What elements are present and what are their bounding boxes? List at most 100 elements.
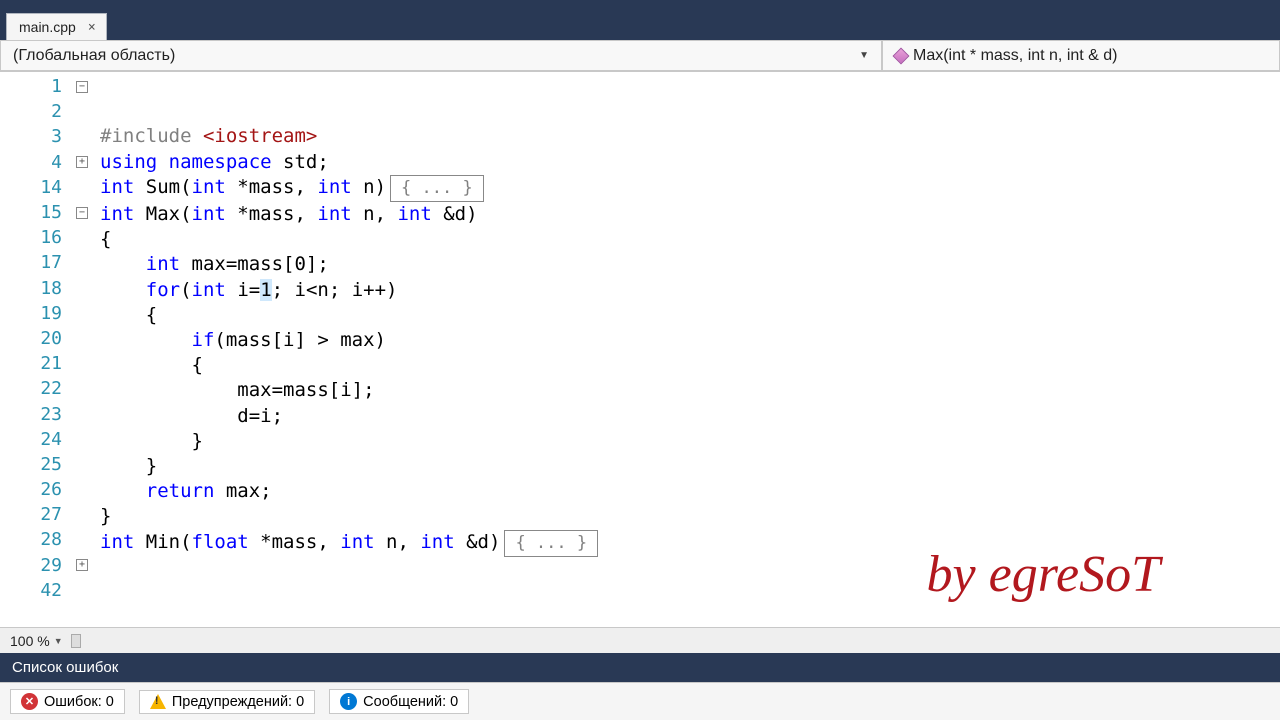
code-line[interactable]: for(int i=1; i<n; i++): [100, 278, 1280, 303]
code-line[interactable]: int max=mass[0];: [100, 252, 1280, 277]
token-kw: int: [100, 176, 134, 198]
token-kw: int: [100, 531, 134, 553]
token-kw: int: [317, 203, 351, 225]
file-tab-strip: main.cpp ×: [0, 8, 1280, 40]
token-str: <iostream>: [203, 125, 317, 147]
gutter-row: 2: [0, 99, 99, 124]
token: &d): [432, 203, 478, 225]
hscroll-left-icon[interactable]: [71, 634, 81, 648]
fold-column: −: [70, 81, 94, 93]
zoom-dropdown[interactable]: 100 % ▼: [10, 633, 63, 649]
token-kw: return: [146, 480, 215, 502]
token: max;: [214, 480, 271, 502]
close-icon[interactable]: ×: [86, 20, 98, 35]
token-kw: int: [192, 203, 226, 225]
token: [100, 253, 146, 275]
fold-collapse-icon[interactable]: −: [76, 207, 88, 219]
code-area[interactable]: #include <iostream>using namespace std;i…: [100, 72, 1280, 627]
token: }: [100, 430, 203, 452]
chevron-down-icon: ▼: [54, 636, 63, 646]
code-line[interactable]: return max;: [100, 479, 1280, 504]
scope-left-label: (Глобальная область): [13, 47, 175, 65]
scope-dropdown-left[interactable]: (Глобальная область) ▼: [0, 40, 882, 71]
line-number: 1: [0, 76, 70, 97]
token-kw: int: [340, 531, 374, 553]
warnings-count-label: Предупреждений: 0: [172, 694, 304, 710]
token-hl: 1: [260, 279, 271, 301]
line-number: 3: [0, 126, 70, 147]
code-editor[interactable]: 1−234+1415−1617181920212223242526272829+…: [0, 72, 1280, 627]
token-kw: namespace: [169, 151, 272, 173]
error-list-toolbar: ✕ Ошибок: 0 ! Предупреждений: 0 i Сообще…: [0, 682, 1280, 720]
line-number: 16: [0, 227, 70, 248]
line-number: 17: [0, 252, 70, 273]
method-icon: [893, 47, 910, 64]
warnings-filter-button[interactable]: ! Предупреждений: 0: [139, 690, 315, 714]
token-kw: int: [317, 176, 351, 198]
line-number: 25: [0, 454, 70, 475]
token: i=: [226, 279, 260, 301]
token: }: [100, 505, 111, 527]
scope-dropdown-right[interactable]: Max(int * mass, int n, int & d): [882, 40, 1280, 71]
fold-expand-icon[interactable]: +: [76, 559, 88, 571]
code-line[interactable]: {: [100, 353, 1280, 378]
scope-right-label: Max(int * mass, int n, int & d): [913, 47, 1118, 65]
file-tab[interactable]: main.cpp ×: [6, 13, 107, 40]
fold-collapse-icon[interactable]: −: [76, 81, 88, 93]
line-number: 22: [0, 378, 70, 399]
code-line[interactable]: int Max(int *mass, int n, int &d): [100, 202, 1280, 227]
line-number: 18: [0, 278, 70, 299]
gutter-row: 42: [0, 578, 99, 603]
line-number: 14: [0, 177, 70, 198]
token: [100, 279, 146, 301]
fold-expand-icon[interactable]: +: [76, 156, 88, 168]
code-line[interactable]: }: [100, 504, 1280, 529]
token: {: [100, 228, 111, 250]
gutter-row: 16: [0, 225, 99, 250]
collapsed-region[interactable]: { ... }: [390, 175, 484, 202]
error-list-title[interactable]: Список ошибок: [0, 653, 1280, 682]
messages-filter-button[interactable]: i Сообщений: 0: [329, 689, 469, 714]
code-line[interactable]: #include <iostream>: [100, 124, 1280, 149]
code-line[interactable]: {: [100, 227, 1280, 252]
fold-column: +: [70, 559, 94, 571]
gutter-row: 17: [0, 250, 99, 275]
token: }: [100, 455, 157, 477]
code-line[interactable]: using namespace std;: [100, 150, 1280, 175]
token-kw: int: [146, 253, 180, 275]
token-kw: int: [397, 203, 431, 225]
line-number: 20: [0, 328, 70, 349]
collapsed-region[interactable]: { ... }: [504, 530, 598, 557]
code-line[interactable]: max=mass[i];: [100, 378, 1280, 403]
token: n): [352, 176, 386, 198]
gutter-row: 26: [0, 477, 99, 502]
chevron-down-icon: ▼: [859, 50, 869, 61]
code-line[interactable]: int Sum(int *mass, int n){ ... }: [100, 175, 1280, 202]
line-number: 19: [0, 303, 70, 324]
code-line[interactable]: }: [100, 429, 1280, 454]
gutter-row: 21: [0, 351, 99, 376]
gutter-row: 23: [0, 401, 99, 426]
token: *mass,: [226, 176, 318, 198]
line-number: 24: [0, 429, 70, 450]
editor-footer-bar: 100 % ▼: [0, 627, 1280, 653]
line-number: 28: [0, 529, 70, 550]
code-line[interactable]: int Min(float *mass, int n, int &d){ ...…: [100, 530, 1280, 557]
token: [100, 329, 192, 351]
code-line[interactable]: d=i;: [100, 404, 1280, 429]
code-line[interactable]: if(mass[i] > max): [100, 328, 1280, 353]
errors-filter-button[interactable]: ✕ Ошибок: 0: [10, 689, 125, 714]
gutter-row: 29 +: [0, 553, 99, 578]
token-kw: if: [192, 329, 215, 351]
gutter-row: 14: [0, 175, 99, 200]
code-line[interactable]: }: [100, 454, 1280, 479]
token: Min(: [134, 531, 191, 553]
token: &d): [455, 531, 501, 553]
line-number: 2: [0, 101, 70, 122]
token: {: [100, 354, 203, 376]
line-number: 29: [0, 555, 70, 576]
gutter-row: 24: [0, 427, 99, 452]
code-line[interactable]: {: [100, 303, 1280, 328]
line-number: 27: [0, 504, 70, 525]
token: (: [180, 279, 191, 301]
